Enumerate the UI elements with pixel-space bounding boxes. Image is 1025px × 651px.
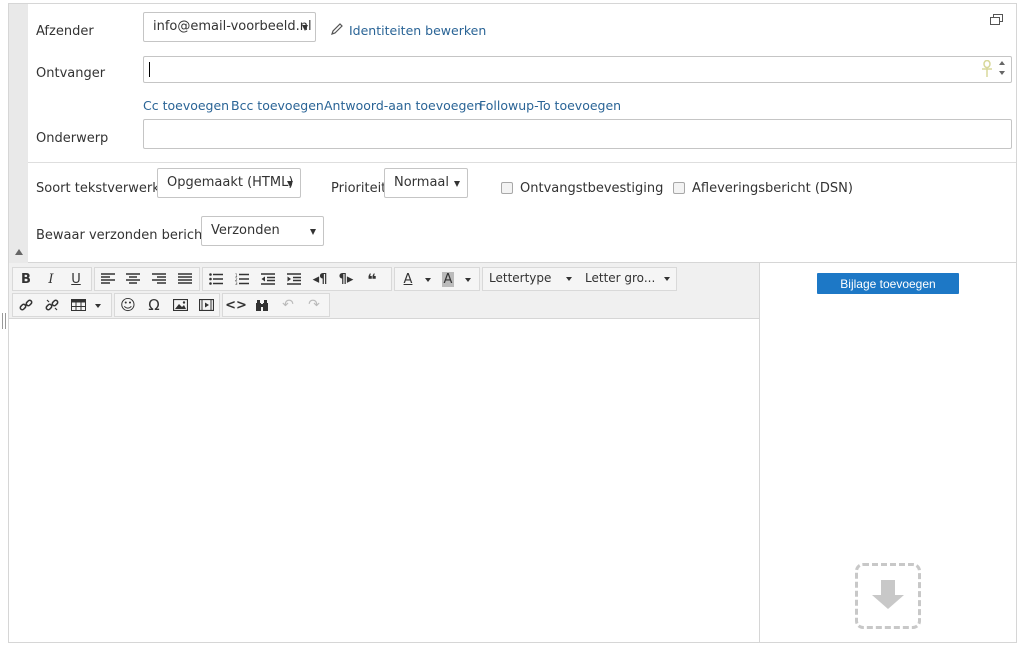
ltr-direction-icon[interactable]: ◂¶ bbox=[309, 270, 331, 288]
editor-type-label: Soort tekstverwerker bbox=[36, 181, 173, 196]
divider bbox=[28, 162, 1016, 163]
chevron-down-icon bbox=[566, 277, 572, 281]
download-arrow-icon bbox=[881, 580, 895, 596]
editor-type-select[interactable]: Opgemaakt (HTML) bbox=[157, 168, 301, 198]
to-input[interactable] bbox=[143, 56, 1012, 83]
align-justify-icon[interactable] bbox=[174, 270, 196, 288]
add-attachment-button[interactable]: Bijlage toevoegen bbox=[817, 273, 959, 294]
media-icon[interactable] bbox=[195, 296, 217, 314]
toolbar-group-media: ☺ Ω bbox=[114, 293, 220, 317]
font-size-select[interactable]: Letter gro... bbox=[579, 268, 676, 290]
source-code-icon[interactable]: <> bbox=[225, 296, 247, 314]
font-size-value: Letter gro... bbox=[585, 271, 656, 285]
align-left-icon[interactable] bbox=[97, 270, 119, 288]
font-family-select[interactable]: Lettertype bbox=[483, 268, 578, 290]
emoticon-icon[interactable]: ☺ bbox=[117, 296, 139, 314]
resize-grip-icon[interactable] bbox=[2, 313, 6, 329]
add-cc-link[interactable]: Cc toevoegen bbox=[143, 98, 229, 113]
bullet-list-icon[interactable] bbox=[205, 270, 227, 288]
image-icon[interactable] bbox=[169, 296, 191, 314]
italic-button[interactable]: I bbox=[40, 270, 62, 288]
editor-body[interactable] bbox=[9, 320, 759, 642]
attachments-pane: Bijlage toevoegen bbox=[759, 263, 1016, 642]
search-replace-icon[interactable] bbox=[251, 296, 273, 314]
undo-icon[interactable]: ↶ bbox=[277, 296, 299, 314]
underline-button[interactable]: U bbox=[65, 270, 87, 288]
compose-headers: Afzender info@email-voorbeeld.nl Identit… bbox=[9, 4, 1016, 263]
from-label: Afzender bbox=[36, 24, 94, 39]
align-right-icon[interactable] bbox=[148, 270, 170, 288]
chevron-down-icon bbox=[287, 181, 293, 187]
redo-icon[interactable]: ↷ bbox=[303, 296, 325, 314]
numbered-list-icon[interactable]: 123 bbox=[231, 270, 253, 288]
add-bcc-link[interactable]: Bcc toevoegen bbox=[231, 98, 324, 113]
priority-select[interactable]: Normaal bbox=[384, 168, 468, 198]
editor-type-value: Opgemaakt (HTML) bbox=[167, 175, 294, 190]
special-char-icon[interactable]: Ω bbox=[143, 296, 165, 314]
pencil-icon bbox=[331, 23, 343, 35]
blockquote-icon[interactable]: ❝ bbox=[361, 270, 383, 289]
compose-frame: Afzender info@email-voorbeeld.nl Identit… bbox=[8, 3, 1017, 643]
toolbar-group-text-style: B I U bbox=[12, 267, 92, 291]
background-color-icon[interactable]: A bbox=[437, 270, 459, 288]
toolbar-group-tools: <> ↶ ↷ bbox=[222, 293, 330, 317]
headers-collapse-toggle[interactable] bbox=[9, 4, 28, 263]
add-reply-to-link[interactable]: Antwoord-aan toevoegen bbox=[324, 98, 482, 113]
dsn-label: Afleveringsbericht (DSN) bbox=[692, 181, 853, 196]
chevron-down-icon bbox=[310, 229, 316, 235]
save-sent-select[interactable]: Verzonden bbox=[201, 216, 324, 246]
outdent-icon[interactable] bbox=[257, 270, 279, 288]
svg-text:3: 3 bbox=[235, 281, 238, 285]
chevron-down-icon[interactable] bbox=[95, 304, 101, 308]
collapse-up-icon bbox=[15, 249, 23, 255]
align-center-icon[interactable] bbox=[122, 270, 144, 288]
to-field-spinner[interactable] bbox=[997, 59, 1009, 79]
editor-toolbar: B I U 1 2 3 ◂¶ ¶▸ ❝ A A Lettertype Lette… bbox=[9, 263, 759, 319]
from-value: info@email-voorbeeld.nl bbox=[153, 19, 312, 34]
priority-label: Prioriteit bbox=[331, 181, 387, 196]
priority-value: Normaal bbox=[394, 175, 450, 190]
toolbar-group-font: Lettertype Letter gro... bbox=[482, 267, 677, 291]
chevron-down-icon[interactable] bbox=[425, 278, 431, 282]
to-label: Ontvanger bbox=[36, 66, 106, 81]
toolbar-group-align bbox=[94, 267, 200, 291]
save-sent-value: Verzonden bbox=[211, 223, 280, 238]
link-icon[interactable] bbox=[15, 296, 37, 314]
html-editor: B I U 1 2 3 ◂¶ ¶▸ ❝ A A Lettertype Lette… bbox=[9, 263, 759, 642]
popout-window-icon[interactable] bbox=[990, 14, 1004, 26]
toolbar-group-insert bbox=[12, 293, 112, 317]
receipt-checkbox[interactable] bbox=[501, 182, 513, 194]
text-color-icon[interactable]: A bbox=[397, 270, 419, 288]
subject-label: Onderwerp bbox=[36, 131, 109, 146]
chevron-down-icon bbox=[664, 277, 670, 281]
drop-zone[interactable] bbox=[855, 563, 921, 629]
chevron-down-icon[interactable] bbox=[465, 278, 471, 282]
subject-input[interactable] bbox=[143, 119, 1012, 149]
indent-icon[interactable] bbox=[283, 270, 305, 288]
rtl-direction-icon[interactable]: ¶▸ bbox=[335, 270, 357, 288]
bold-button[interactable]: B bbox=[15, 270, 37, 288]
unlink-icon[interactable] bbox=[41, 296, 63, 314]
font-family-value: Lettertype bbox=[489, 271, 552, 285]
chevron-down-icon bbox=[302, 25, 308, 31]
spin-up-icon bbox=[999, 61, 1005, 65]
spin-down-icon bbox=[999, 71, 1005, 75]
table-icon[interactable] bbox=[67, 296, 89, 314]
ankh-icon bbox=[982, 60, 992, 77]
edit-identities-link[interactable]: Identiteiten bewerken bbox=[349, 23, 486, 38]
text-cursor bbox=[149, 62, 150, 77]
add-followup-to-link[interactable]: Followup-To toevoegen bbox=[479, 98, 621, 113]
toolbar-group-paragraph: 123 ◂¶ ¶▸ ❝ bbox=[202, 267, 392, 291]
from-select[interactable]: info@email-voorbeeld.nl bbox=[143, 12, 316, 42]
receipt-label: Ontvangstbevestiging bbox=[520, 181, 664, 196]
chevron-down-icon bbox=[454, 181, 460, 187]
save-sent-label: Bewaar verzonden bericht in bbox=[36, 228, 224, 243]
toolbar-group-color: A A bbox=[394, 267, 480, 291]
dsn-checkbox[interactable] bbox=[673, 182, 685, 194]
